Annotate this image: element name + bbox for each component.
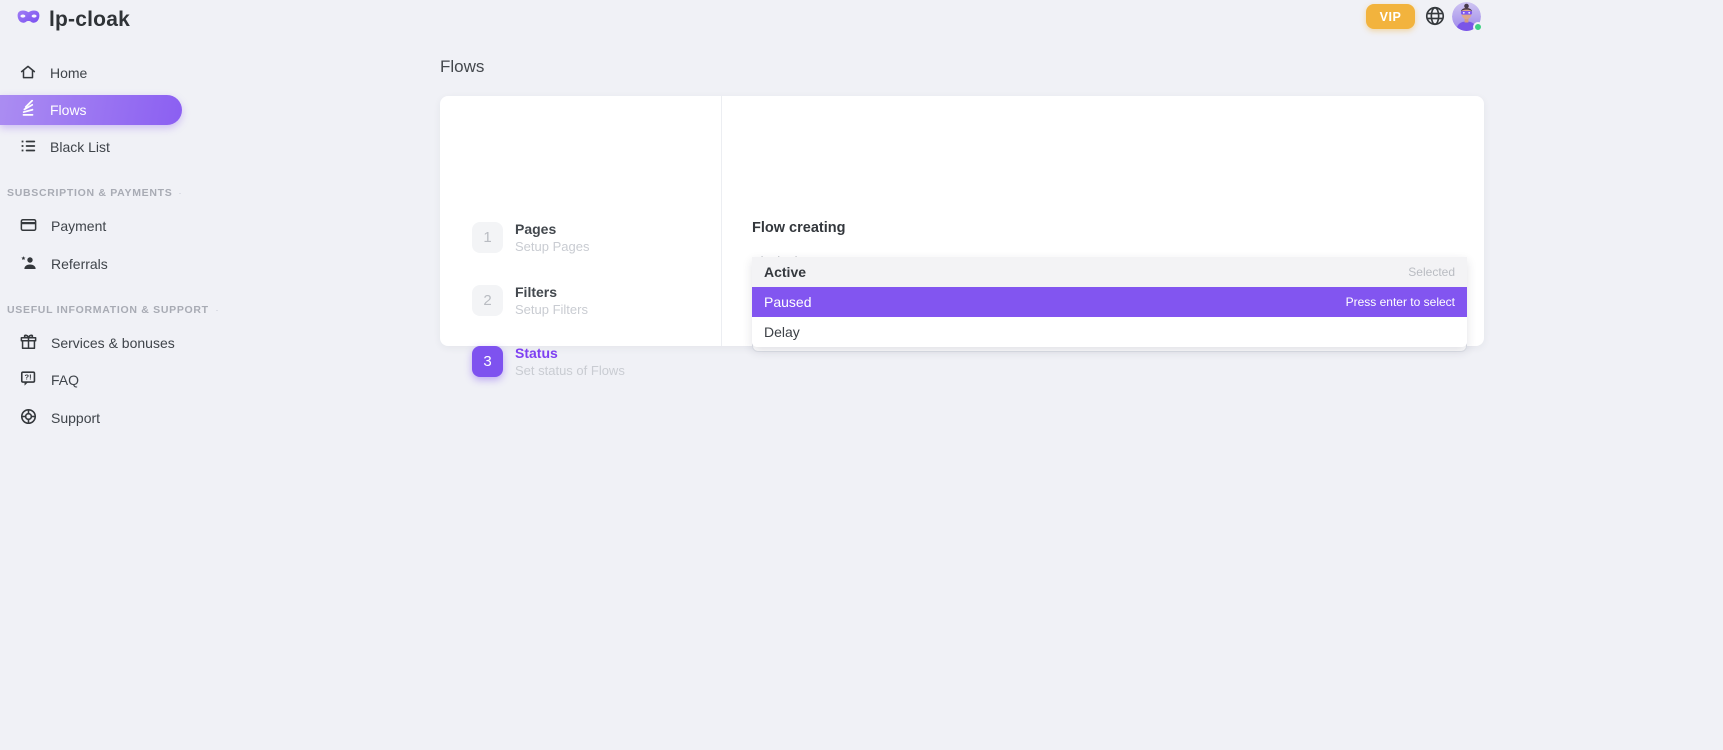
- flow-creating-card: 1 Pages Setup Pages 2 Filters Setup Filt…: [440, 96, 1484, 346]
- sidebar-item-label: Services & bonuses: [51, 335, 175, 351]
- step-number: 2: [472, 285, 503, 316]
- language-globe-icon[interactable]: [1424, 5, 1446, 27]
- sidebar-item-black-list[interactable]: Black List: [0, 134, 182, 160]
- flows-icon: [19, 100, 37, 121]
- lifebuoy-icon: [19, 407, 38, 429]
- form-title: Flow creating: [752, 220, 845, 236]
- app-name: lp-cloak: [49, 8, 130, 32]
- step-filters[interactable]: 2 Filters Setup Filters: [472, 284, 588, 317]
- step-title: Status: [515, 345, 625, 361]
- step-subtitle: Setup Filters: [515, 302, 588, 317]
- sidebar: lp-cloak Home Flows: [0, 0, 182, 750]
- page-title: Flows: [440, 57, 484, 77]
- user-avatar[interactable]: [1452, 2, 1481, 31]
- sidebar-item-label: FAQ: [51, 372, 79, 388]
- app-logo[interactable]: lp-cloak: [15, 7, 130, 33]
- sidebar-item-support[interactable]: Support: [0, 405, 182, 431]
- mask-logo-icon: [15, 7, 42, 33]
- option-hint: Press enter to select: [1346, 295, 1455, 309]
- online-status-dot: [1473, 22, 1483, 32]
- home-icon: [19, 63, 37, 84]
- option-delay[interactable]: Delay: [752, 317, 1467, 347]
- faq-icon: ?!: [19, 369, 38, 391]
- sidebar-item-home[interactable]: Home: [0, 60, 182, 86]
- gift-icon: [19, 332, 38, 354]
- sidebar-item-label: Home: [50, 65, 87, 81]
- sidebar-item-payment[interactable]: Payment: [0, 213, 182, 239]
- payment-icon: [19, 216, 38, 237]
- option-hint: Selected: [1408, 265, 1455, 279]
- sidebar-item-flows[interactable]: Flows: [0, 95, 182, 125]
- sidebar-item-referrals[interactable]: Referrals: [0, 251, 182, 277]
- svg-text:?!: ?!: [25, 373, 32, 382]
- referrals-icon: [19, 254, 38, 275]
- step-number: 3: [472, 346, 503, 377]
- step-title: Filters: [515, 284, 588, 300]
- sidebar-item-services[interactable]: Services & bonuses: [0, 330, 182, 356]
- step-number: 1: [472, 222, 503, 253]
- flow-status-dropdown: Active Selected Paused Press enter to se…: [752, 257, 1467, 347]
- option-paused[interactable]: Paused Press enter to select: [752, 287, 1467, 317]
- sidebar-section-support: USEFUL INFORMATION & SUPPORT: [0, 303, 182, 317]
- step-subtitle: Set status of Flows: [515, 363, 625, 378]
- sidebar-item-label: Support: [51, 410, 100, 426]
- step-status[interactable]: 3 Status Set status of Flows: [472, 345, 625, 378]
- option-active[interactable]: Active Selected: [752, 257, 1467, 287]
- step-title: Pages: [515, 221, 589, 237]
- step-subtitle: Setup Pages: [515, 239, 589, 254]
- vip-button[interactable]: VIP: [1366, 4, 1415, 29]
- sidebar-item-label: Referrals: [51, 256, 108, 272]
- sidebar-item-label: Payment: [51, 218, 106, 234]
- panel-divider: [721, 96, 722, 346]
- step-pages[interactable]: 1 Pages Setup Pages: [472, 221, 589, 254]
- sidebar-item-faq[interactable]: ?! FAQ: [0, 367, 182, 393]
- sidebar-item-label: Black List: [50, 139, 110, 155]
- sidebar-item-label: Flows: [50, 102, 87, 118]
- black-list-icon: [19, 137, 37, 158]
- sidebar-section-subscription: SUBSCRIPTION & PAYMENTS: [0, 186, 182, 200]
